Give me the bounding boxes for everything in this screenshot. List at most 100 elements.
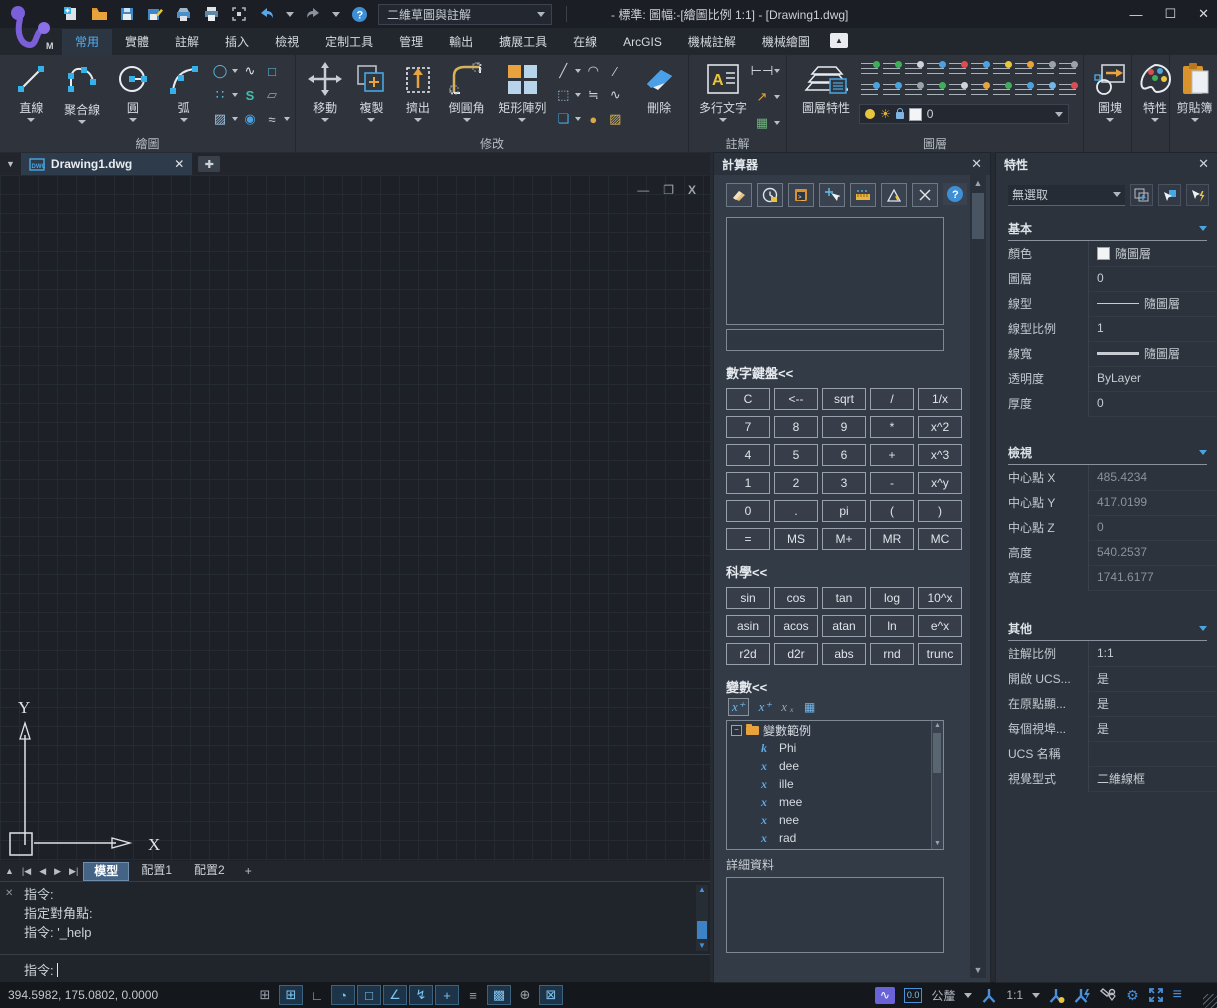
calc-key[interactable]: 5 (774, 444, 818, 466)
ribbon-tab[interactable]: 機械註解 (675, 29, 749, 55)
redo-dropdown-icon[interactable] (332, 12, 340, 17)
align-icon[interactable]: ≒ (583, 86, 603, 104)
variable-row[interactable]: x vee (727, 847, 943, 850)
ribbon-tab[interactable]: 機械繪圖 (749, 29, 823, 55)
document-tab[interactable]: DWG Drawing1.dwg ✕ (21, 153, 192, 175)
chevron-down-icon[interactable] (129, 118, 137, 122)
workspace-dropdown[interactable]: 二維草圖與註解 (378, 4, 552, 25)
new-document-button[interactable]: ✚ (198, 156, 220, 172)
calc-key[interactable]: x^3 (918, 444, 962, 466)
calc-key[interactable]: / (870, 388, 914, 410)
scroll-down-icon[interactable]: ▼ (696, 941, 708, 951)
offset-icon[interactable]: ◠ (583, 62, 603, 80)
chevron-down-icon[interactable] (1106, 118, 1114, 122)
property-row[interactable]: 開啟 UCS... 是 (1008, 666, 1217, 691)
spline-icon[interactable]: ∿ (240, 62, 260, 80)
layer-tool-icon[interactable] (1059, 84, 1076, 97)
units-label[interactable]: 公釐 (931, 987, 955, 1004)
calc-sci-key[interactable]: trunc (918, 643, 962, 665)
snap-toggle[interactable]: ⊞ (279, 985, 303, 1005)
chevron-down-icon[interactable] (180, 118, 188, 122)
property-value[interactable]: 是 (1088, 716, 1217, 742)
numpad-section-title[interactable]: 數字鍵盤<< (726, 363, 990, 382)
calc-key[interactable]: MS (774, 528, 818, 550)
command-scrollbar[interactable]: ▲ ▼ (696, 885, 708, 951)
clean-screen-icon[interactable] (230, 5, 248, 23)
donut-icon[interactable]: ◉ (240, 110, 260, 128)
layout-tab[interactable]: 配置2 (184, 862, 235, 879)
dynamic-ucs-toggle[interactable]: ⊠ (539, 985, 563, 1005)
chevron-down-icon[interactable] (719, 118, 727, 122)
chevron-down-icon[interactable] (78, 120, 86, 124)
scroll-down-icon[interactable]: ▼ (970, 962, 986, 978)
chevron-down-icon[interactable] (367, 118, 375, 122)
calc-sci-key[interactable]: tan (822, 587, 866, 609)
calc-sci-key[interactable]: abs (822, 643, 866, 665)
dynamic-input-toggle[interactable]: + (435, 985, 459, 1005)
panel-label-modify[interactable]: 修改 (296, 137, 688, 151)
calc-key[interactable]: 1/x (918, 388, 962, 410)
panel-label-draw[interactable]: 繪圖 (0, 137, 295, 151)
property-row[interactable]: 透明度 ByLayer (1008, 366, 1217, 391)
layer-tool-icon[interactable] (927, 63, 944, 76)
save-icon[interactable] (118, 5, 136, 23)
revision-cloud-icon[interactable]: ≈ (262, 110, 282, 128)
layout-tab[interactable]: 模型 (83, 862, 129, 881)
chevron-down-icon[interactable] (1032, 993, 1040, 998)
calculator-grid-icon[interactable]: ▦ (804, 700, 815, 714)
calc-key[interactable]: x^2 (918, 416, 962, 438)
variables-folder-row[interactable]: − 變數範例 (727, 721, 943, 739)
scale-icon[interactable]: ⬚ (553, 86, 573, 104)
calc-sci-key[interactable]: d2r (774, 643, 818, 665)
property-row[interactable]: 線寬 隨圖層 (1008, 341, 1217, 366)
doc-close-button[interactable]: X (688, 183, 696, 197)
first-layout-icon[interactable]: |◀ (19, 866, 34, 877)
move-button[interactable]: 移動 (304, 59, 346, 136)
calculator-scrollbar[interactable]: ▲ ▼ (970, 175, 986, 978)
toggle-pickadd-icon[interactable] (1186, 184, 1209, 206)
next-layout-icon[interactable]: ▶ (51, 866, 64, 877)
variables-scrollbar[interactable]: ▲ ▼ (931, 721, 943, 849)
calc-key[interactable]: 9 (822, 416, 866, 438)
chevron-down-icon[interactable] (232, 69, 238, 73)
polar-tracking-toggle[interactable]: ◔ (331, 985, 355, 1005)
unit-format-icon[interactable]: 0.0 (904, 988, 923, 1003)
collapse-command-icon[interactable]: ▲ (2, 866, 17, 876)
calc-key[interactable]: ) (918, 500, 962, 522)
layer-tool-icon[interactable] (971, 63, 988, 76)
ribbon-tab[interactable]: 擴展工具 (486, 29, 560, 55)
match-properties-icon[interactable]: ▨ (605, 110, 625, 128)
angle-of-line-icon[interactable] (881, 183, 907, 207)
copy-button[interactable]: 複製 (350, 59, 392, 136)
scroll-thumb[interactable] (933, 733, 941, 773)
get-coordinates-icon[interactable] (819, 183, 845, 207)
property-value[interactable]: 417.0199 (1088, 490, 1217, 516)
property-value[interactable]: 是 (1088, 666, 1217, 692)
circle-button[interactable]: 圓 (110, 59, 157, 136)
close-properties-icon[interactable]: ✕ (1198, 156, 1209, 172)
arc-button[interactable]: 弧 (160, 59, 207, 136)
calc-key[interactable]: * (870, 416, 914, 438)
property-row[interactable]: 寬度 1741.6177 (1008, 565, 1217, 590)
panel-label-annotate[interactable]: 註解 (689, 137, 786, 151)
settings-gear-icon[interactable]: ⚙ (1126, 987, 1139, 1004)
isodraft-icon[interactable] (1100, 987, 1117, 1003)
section-other[interactable]: 其他 (1008, 620, 1207, 641)
property-value[interactable]: 485.4234 (1088, 465, 1217, 491)
scroll-thumb[interactable] (697, 921, 707, 939)
layer-tool-icon[interactable] (905, 84, 922, 97)
calc-sci-key[interactable]: e^x (918, 615, 962, 637)
variable-row[interactable]: x dee (727, 757, 943, 775)
property-value[interactable]: ByLayer (1088, 366, 1217, 392)
calculator-input[interactable] (726, 329, 944, 351)
scroll-up-icon[interactable]: ▲ (696, 885, 708, 895)
variables-tree[interactable]: − 變數範例 k Phi x dee x (726, 720, 944, 850)
property-row[interactable]: 中心點 X 485.4234 (1008, 465, 1217, 490)
chevron-down-icon[interactable] (575, 117, 581, 121)
property-row[interactable]: 線型 隨圖層 (1008, 291, 1217, 316)
property-row[interactable]: 視覺型式 二維線框 (1008, 766, 1217, 791)
chevron-down-icon[interactable] (774, 69, 780, 73)
layer-tool-icon[interactable] (927, 84, 944, 97)
rect-array-button[interactable]: 矩形陣列 (494, 59, 550, 136)
doc-minimize-button[interactable]: — (637, 183, 649, 197)
